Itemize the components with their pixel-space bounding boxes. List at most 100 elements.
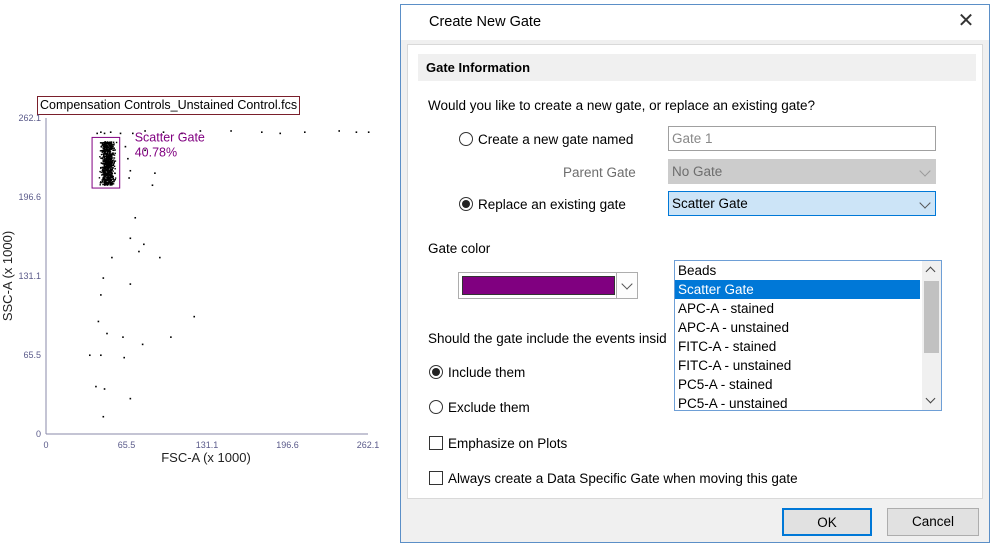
- data-point: [138, 250, 140, 253]
- data-specific-checkbox[interactable]: [429, 471, 443, 485]
- parent-gate-select: No Gate: [668, 159, 936, 184]
- gate-percent-label: 40.78%: [135, 145, 177, 159]
- data-point: [102, 277, 105, 279]
- cluster-point: [105, 157, 108, 160]
- data-point: [123, 356, 125, 359]
- dropdown-option[interactable]: FITC-A - stained: [675, 337, 920, 356]
- dropdown-option[interactable]: APC-A - unstained: [675, 318, 920, 337]
- cluster-point: [100, 153, 103, 156]
- include-label[interactable]: Include them: [448, 365, 525, 380]
- dropdown-scrollbar[interactable]: [922, 261, 941, 410]
- data-point: [355, 131, 358, 133]
- create-new-radio[interactable]: [459, 132, 473, 146]
- include-radio[interactable]: [429, 365, 443, 379]
- exclude-label[interactable]: Exclude them: [448, 400, 530, 415]
- include-question-label: Should the gate include the events insid: [428, 331, 667, 346]
- scroll-up-icon[interactable]: [925, 266, 936, 277]
- cluster-point: [109, 157, 111, 160]
- x-tick-label: 196.6: [276, 440, 299, 450]
- y-tick-label: 262.1: [18, 113, 41, 123]
- gate-color-select[interactable]: [458, 272, 638, 299]
- cluster-point: [109, 184, 111, 186]
- gate-color-swatch: [462, 276, 615, 295]
- dropdown-option[interactable]: Scatter Gate: [675, 280, 920, 299]
- create-new-label[interactable]: Create a new gate named: [478, 132, 633, 147]
- data-point: [131, 132, 134, 135]
- dropdown-option[interactable]: PC5-A - stained: [675, 375, 920, 394]
- cluster-point: [110, 160, 113, 163]
- cluster-point: [109, 161, 111, 164]
- x-tick-label: 131.1: [196, 440, 219, 450]
- cluster-point: [112, 141, 115, 143]
- data-point: [159, 256, 161, 259]
- emphasize-checkbox[interactable]: [429, 436, 443, 450]
- cluster-point: [113, 157, 116, 159]
- dialog-titlebar[interactable]: Create New Gate ✕: [401, 5, 989, 40]
- data-specific-label[interactable]: Always create a Data Specific Gate when …: [448, 471, 798, 486]
- cluster-point: [107, 174, 110, 176]
- data-point: [103, 388, 106, 390]
- cluster-point: [106, 150, 108, 152]
- cluster-point: [103, 171, 106, 173]
- cluster-point: [109, 154, 111, 156]
- x-tick-label: 0: [43, 440, 48, 450]
- data-point: [95, 385, 97, 388]
- ok-button[interactable]: OK: [782, 508, 872, 536]
- cluster-point: [104, 183, 107, 186]
- cluster-point: [111, 145, 113, 148]
- exclude-radio[interactable]: [429, 400, 443, 414]
- cluster-point: [100, 145, 102, 148]
- close-icon[interactable]: ✕: [943, 5, 989, 40]
- dropdown-option[interactable]: PC5-A - unstained: [675, 394, 920, 410]
- cluster-point: [106, 153, 109, 155]
- cluster-point: [102, 143, 104, 146]
- cluster-point: [113, 180, 115, 183]
- cluster-point: [114, 177, 117, 179]
- cluster-point: [110, 174, 113, 177]
- replace-existing-label[interactable]: Replace an existing gate: [478, 197, 626, 212]
- cluster-point: [101, 149, 103, 152]
- cluster-point: [102, 183, 104, 186]
- scroll-thumb[interactable]: [924, 281, 939, 353]
- data-point: [193, 315, 196, 318]
- cluster-point: [107, 158, 110, 161]
- color-dropdown-button[interactable]: [616, 273, 637, 298]
- cluster-point: [103, 156, 106, 158]
- cluster-point: [109, 144, 112, 147]
- data-point: [100, 354, 102, 357]
- existing-gate-dropdown-list[interactable]: Beads Scatter Gate APC-A - stained APC-A - …: [674, 260, 942, 411]
- cluster-point: [99, 182, 102, 184]
- existing-gate-select[interactable]: Scatter Gate: [668, 191, 936, 216]
- cluster-point: [110, 161, 113, 164]
- dropdown-option[interactable]: APC-A - stained: [675, 299, 920, 318]
- scroll-down-icon[interactable]: [925, 393, 936, 404]
- cluster-point: [101, 181, 103, 184]
- cluster-point: [108, 148, 111, 150]
- chevron-down-icon: [919, 197, 931, 209]
- data-point: [129, 169, 132, 172]
- cancel-button[interactable]: Cancel: [887, 508, 979, 536]
- axis-ticks: 0 65.5 131.1 196.6 262.1 0 65.5 131.1 196.6 262.1: [18, 113, 379, 450]
- x-axis-title: FSC-A (x 1000): [161, 450, 251, 465]
- cluster-point: [102, 151, 105, 153]
- dropdown-option[interactable]: FITC-A - unstained: [675, 356, 920, 375]
- cluster-point: [102, 160, 105, 163]
- cluster-point: [112, 157, 114, 159]
- cluster-point: [113, 149, 115, 152]
- cluster-point: [101, 166, 103, 169]
- dropdown-option[interactable]: Beads: [675, 261, 920, 280]
- cluster-point: [110, 177, 113, 179]
- cluster-point: [109, 179, 112, 182]
- cluster-point: [113, 154, 116, 156]
- create-new-gate-dialog: Create New Gate ✕ Gate Information Would…: [400, 4, 990, 543]
- cluster-point: [100, 167, 102, 170]
- cluster-point: [99, 156, 101, 158]
- cluster-points: [98, 141, 118, 186]
- replace-existing-radio[interactable]: [459, 197, 473, 211]
- cluster-point: [111, 143, 113, 145]
- data-points: [88, 130, 370, 418]
- gate-name-input[interactable]: Gate 1: [668, 126, 936, 151]
- cluster-point: [106, 141, 108, 144]
- emphasize-label[interactable]: Emphasize on Plots: [448, 436, 567, 451]
- data-point: [141, 343, 144, 346]
